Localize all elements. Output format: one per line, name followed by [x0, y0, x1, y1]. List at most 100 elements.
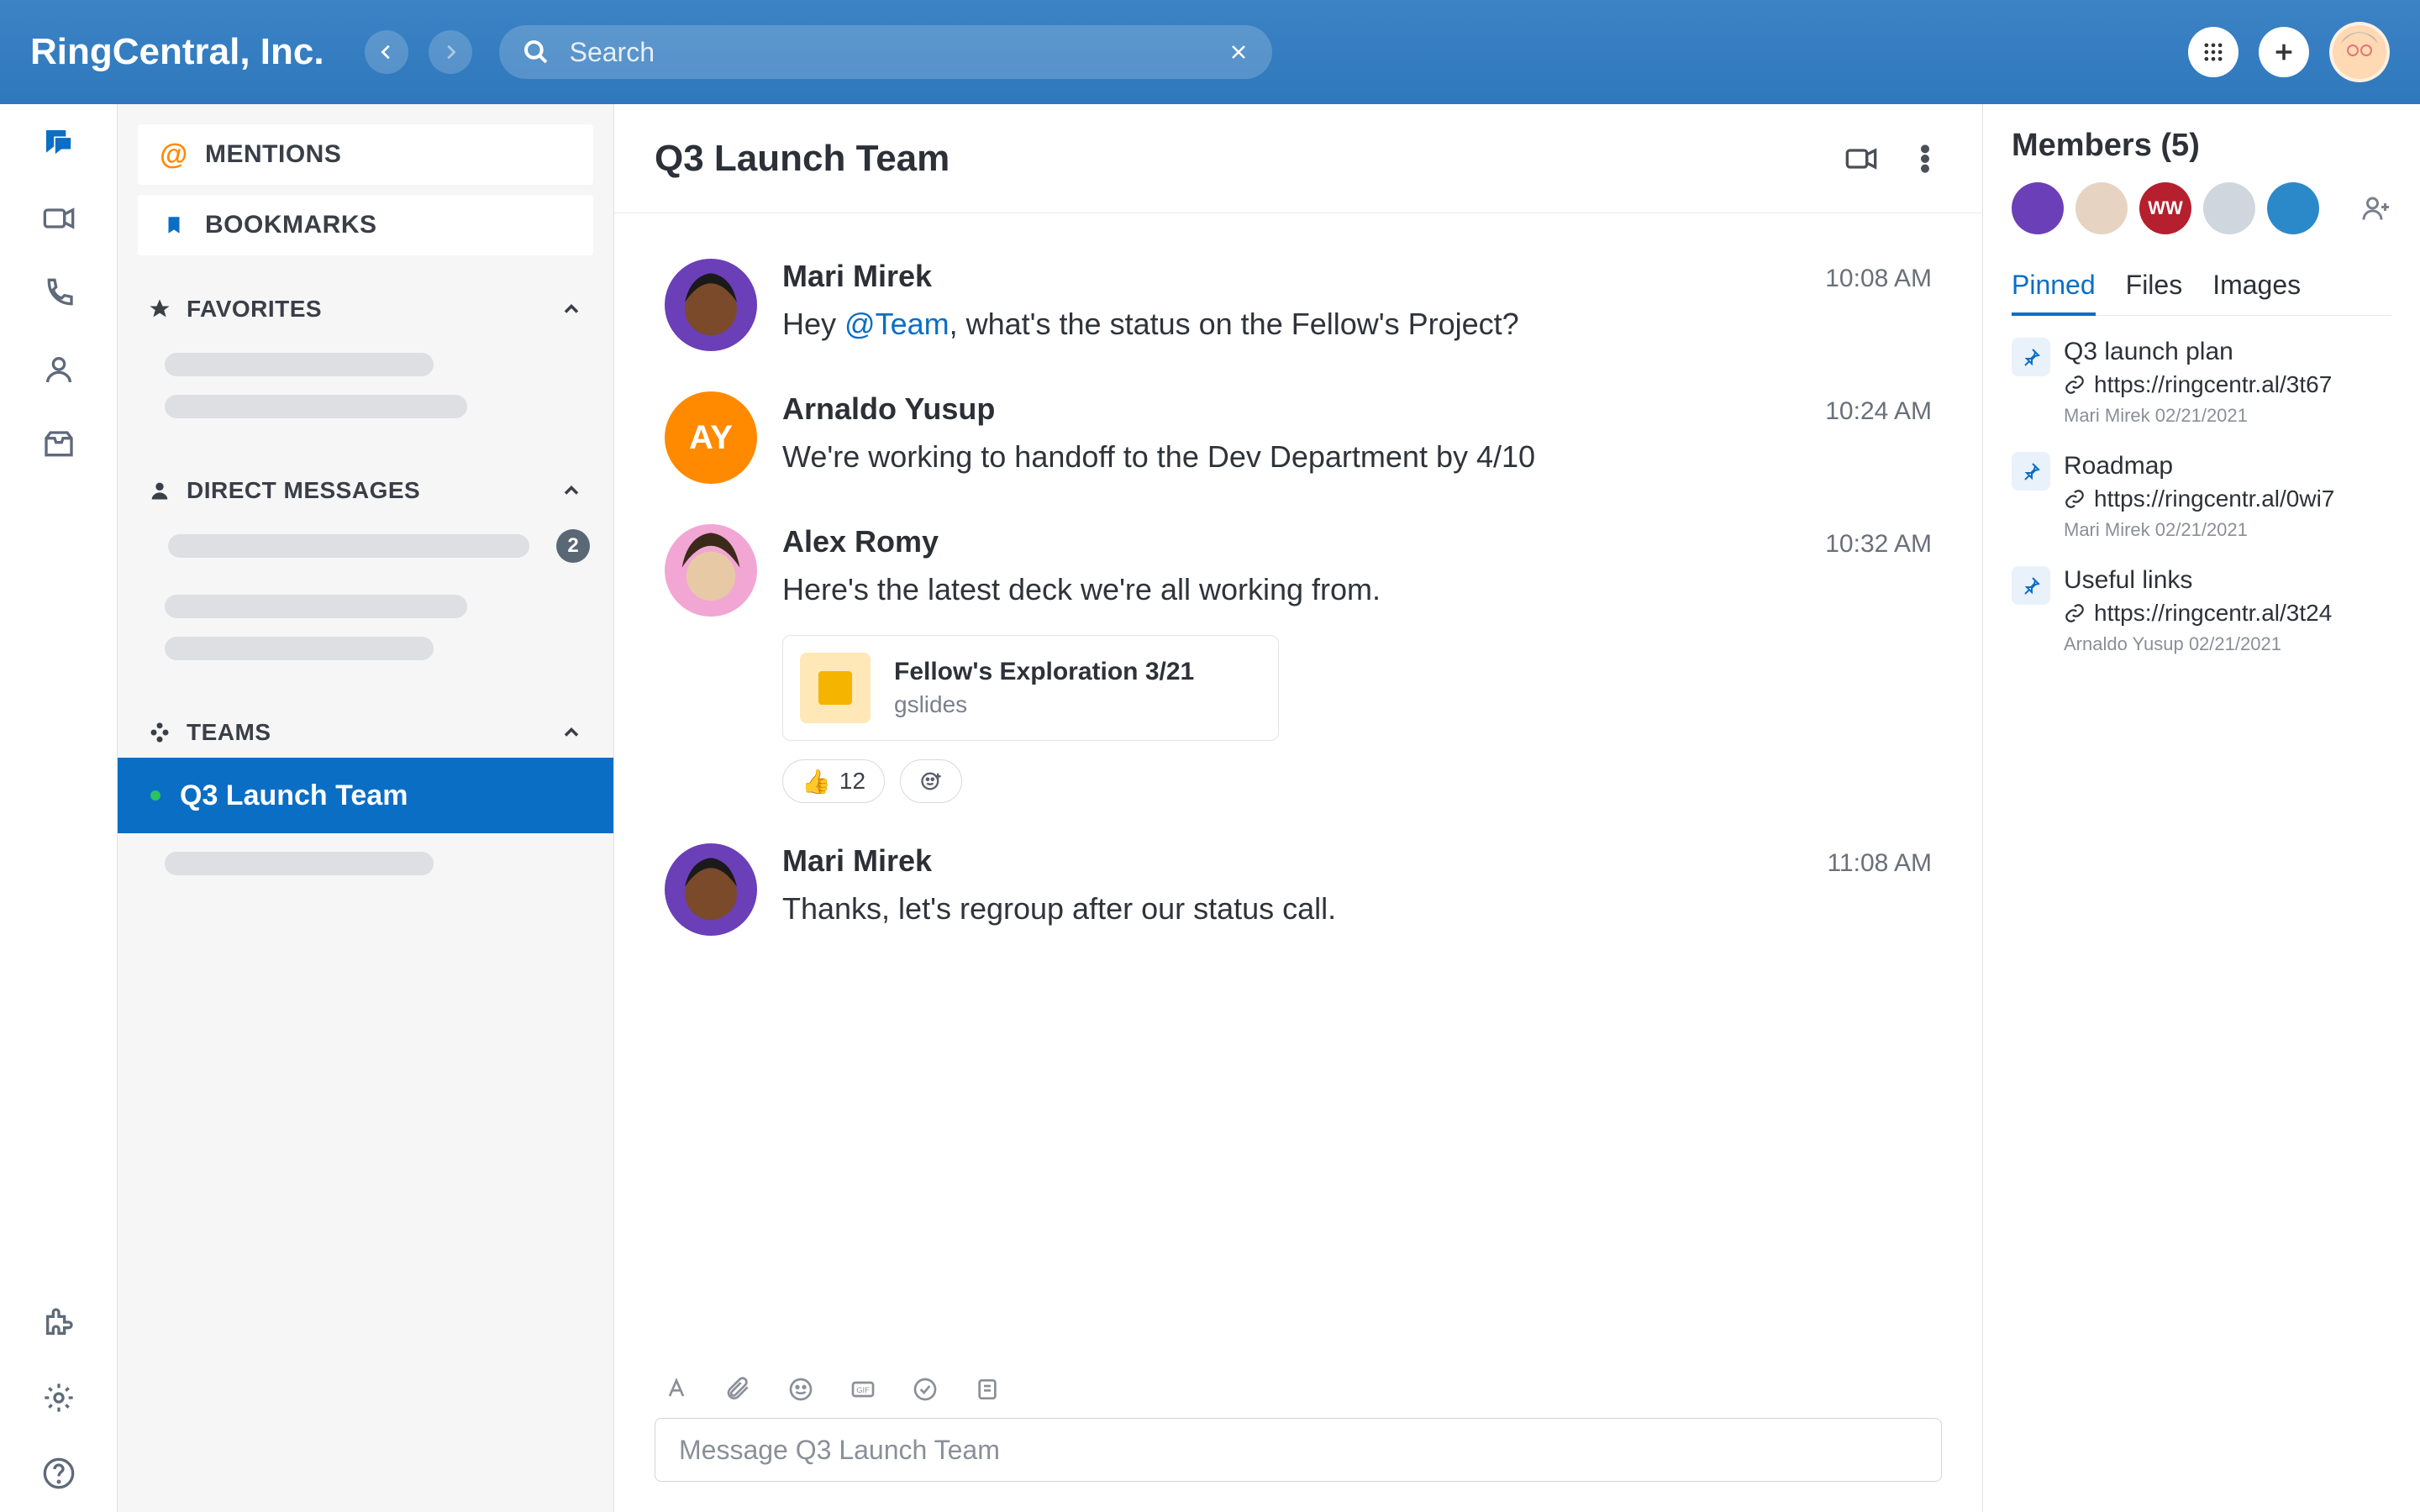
pin-link[interactable]: https://ringcentr.al/3t67 — [2064, 371, 2332, 398]
search-box[interactable] — [499, 25, 1272, 79]
message-text: Hey @Team, what's the status on the Fell… — [782, 302, 1932, 346]
pinned-item[interactable]: Roadmap https://ringcentr.al/0wi7 Mari M… — [2012, 452, 2391, 541]
pinned-item[interactable]: Q3 launch plan https://ringcentr.al/3t67… — [2012, 338, 2391, 427]
member-avatar[interactable]: WW — [2139, 182, 2191, 234]
composer-input[interactable] — [679, 1435, 1918, 1466]
dm-placeholder — [165, 637, 434, 660]
pin-meta: Arnaldo Yusup 02/21/2021 — [2064, 633, 2332, 655]
rail-messages[interactable] — [40, 124, 77, 161]
pin-title: Useful links — [2064, 566, 2332, 595]
favorites-placeholder — [165, 395, 467, 418]
tab-images[interactable]: Images — [2212, 270, 2301, 315]
dm-placeholder — [165, 595, 467, 618]
member-avatar[interactable] — [2203, 182, 2255, 234]
rail-inbox[interactable] — [40, 427, 77, 464]
gslides-thumb-icon — [800, 653, 871, 723]
puzzle-icon — [42, 1305, 76, 1339]
avatar-face-icon — [665, 259, 757, 351]
details-panel: Members (5) WW Pinned Files Images — [1983, 104, 2420, 1512]
avatar[interactable] — [665, 843, 757, 936]
rail-phone[interactable] — [40, 276, 77, 312]
gif-button[interactable]: GIF — [850, 1376, 876, 1403]
paperclip-icon — [725, 1376, 752, 1403]
message: AY Arnaldo Yusup 10:24 AM We're working … — [665, 371, 1932, 504]
avatar[interactable] — [665, 524, 757, 617]
avatar[interactable]: AY — [665, 391, 757, 484]
note-button[interactable] — [974, 1376, 1001, 1403]
message-author: Mari Mirek — [782, 259, 932, 294]
clear-search-icon[interactable] — [1228, 42, 1249, 62]
attachment-card[interactable]: Fellow's Exploration 3/21 gslides — [782, 635, 1279, 741]
search-input[interactable] — [570, 37, 1208, 68]
message-list[interactable]: Mari Mirek 10:08 AM Hey @Team, what's th… — [614, 213, 1982, 1364]
dm-item[interactable]: 2 — [138, 516, 593, 576]
link-icon — [2064, 488, 2086, 510]
pin-link[interactable]: https://ringcentr.al/3t24 — [2064, 600, 2332, 627]
favorites-label: FAVORITES — [187, 296, 322, 323]
message-time: 10:08 AM — [1825, 265, 1932, 293]
teams-label: TEAMS — [187, 719, 271, 746]
member-avatar[interactable] — [2075, 182, 2128, 234]
nav-forward-button[interactable] — [429, 30, 472, 74]
rail-video[interactable] — [40, 200, 77, 237]
pin-icon — [2012, 338, 2050, 376]
rail-help[interactable] — [40, 1455, 77, 1492]
message-author: Alex Romy — [782, 524, 939, 559]
mention[interactable]: @Team — [844, 307, 950, 341]
pin-link[interactable]: https://ringcentr.al/0wi7 — [2064, 486, 2334, 512]
inbox-icon — [42, 428, 76, 462]
sidebar-mentions[interactable]: @ MENTIONS — [138, 124, 593, 185]
chevron-up-icon — [560, 297, 583, 321]
member-avatar[interactable] — [2012, 182, 2064, 234]
chat-more-button[interactable] — [1908, 142, 1942, 176]
add-reaction-button[interactable] — [900, 759, 962, 803]
profile-avatar[interactable] — [2329, 22, 2390, 82]
reaction-thumbs-up[interactable]: 👍 12 — [782, 759, 885, 803]
emoji-button[interactable] — [787, 1376, 814, 1403]
team-item-q3-launch[interactable]: Q3 Launch Team — [118, 758, 613, 833]
member-avatar[interactable] — [2267, 182, 2319, 234]
favorites-header[interactable]: FAVORITES — [138, 296, 593, 334]
dm-header[interactable]: DIRECT MESSAGES — [138, 477, 593, 516]
message-author: Mari Mirek — [782, 843, 932, 879]
attachment-type: gslides — [894, 691, 1194, 718]
avatar-initials: AY — [689, 419, 733, 457]
link-icon — [2064, 374, 2086, 396]
teams-header[interactable]: TEAMS — [118, 719, 613, 758]
dm-unread-badge: 2 — [556, 529, 590, 563]
message-time: 10:32 AM — [1825, 530, 1932, 559]
rail-apps[interactable] — [40, 1304, 77, 1341]
video-icon — [42, 202, 76, 235]
message: Mari Mirek 10:08 AM Hey @Team, what's th… — [665, 239, 1932, 371]
bookmark-icon — [161, 213, 187, 238]
dialpad-button[interactable] — [2188, 27, 2238, 77]
attach-button[interactable] — [725, 1376, 752, 1403]
tab-pinned[interactable]: Pinned — [2012, 270, 2096, 316]
smiley-icon — [787, 1376, 814, 1403]
navigation-rail — [0, 104, 118, 1512]
gif-icon: GIF — [850, 1376, 876, 1403]
format-button[interactable] — [663, 1376, 690, 1403]
composer-input-box[interactable] — [655, 1418, 1942, 1482]
reaction-count: 12 — [839, 768, 865, 795]
members-title: Members (5) — [2012, 128, 2391, 164]
attachment-title: Fellow's Exploration 3/21 — [894, 658, 1194, 686]
task-button[interactable] — [912, 1376, 939, 1403]
rail-settings[interactable] — [40, 1379, 77, 1416]
tab-files[interactable]: Files — [2126, 270, 2183, 315]
add-member-button[interactable] — [2361, 193, 2391, 223]
pinned-item[interactable]: Useful links https://ringcentr.al/3t24 A… — [2012, 566, 2391, 655]
start-video-button[interactable] — [1844, 142, 1878, 176]
reaction-bar: 👍 12 — [782, 759, 1932, 803]
chevron-up-icon — [560, 721, 583, 744]
new-button[interactable] — [2259, 27, 2309, 77]
rail-contacts[interactable] — [40, 351, 77, 388]
message-text: Thanks, let's regroup after our status c… — [782, 887, 1932, 931]
sidebar-section-dm: DIRECT MESSAGES 2 — [118, 477, 613, 679]
teams-icon — [148, 721, 171, 744]
sidebar-bookmarks[interactable]: BOOKMARKS — [138, 195, 593, 255]
message: Alex Romy 10:32 AM Here's the latest dec… — [665, 504, 1932, 823]
avatar[interactable] — [665, 259, 757, 351]
nav-back-button[interactable] — [365, 30, 408, 74]
presence-dot-icon — [148, 788, 163, 803]
